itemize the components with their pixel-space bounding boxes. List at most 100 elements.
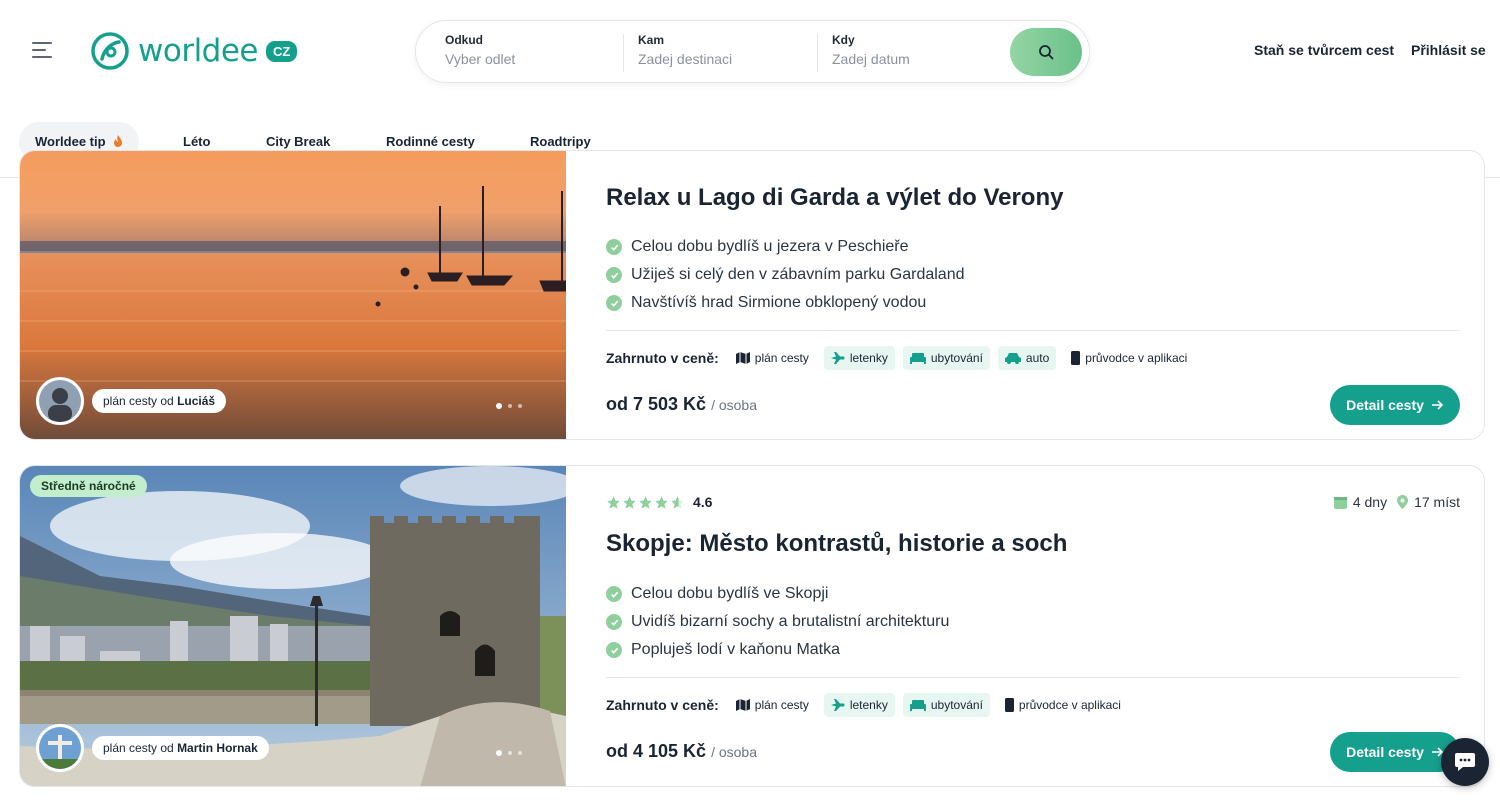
carousel-dots[interactable]	[496, 750, 522, 756]
search-divider	[623, 34, 624, 72]
search-from-placeholder: Vyber odlet	[445, 51, 516, 67]
difficulty-badge: Středně náročné	[30, 475, 147, 497]
included-tag: ubytování	[902, 346, 990, 370]
trip-highlights: Celou dobu bydlíš ve Skopji Uvidíš bizar…	[606, 580, 949, 664]
tag-label: letenky	[849, 351, 888, 365]
tag-label: průvodce v aplikaci	[1085, 351, 1188, 365]
carousel-dots[interactable]	[496, 403, 522, 409]
trip-author[interactable]: plán cesty od Luciáš	[36, 377, 227, 425]
phone-icon	[1004, 698, 1014, 712]
button-label: Detail cesty	[1346, 397, 1424, 413]
bed-icon	[909, 353, 926, 364]
price-unit: / osoba	[711, 744, 757, 760]
calendar-icon	[1333, 496, 1347, 509]
carousel-dot[interactable]	[508, 404, 512, 408]
search-when-placeholder: Zadej datum	[832, 51, 910, 67]
highlight-item: Navštívíš hrad Sirmione obklopený vodou	[606, 289, 965, 317]
chat-button[interactable]	[1441, 738, 1489, 786]
avatar	[36, 724, 84, 772]
search-to-placeholder: Zadej destinaci	[638, 51, 733, 67]
price-value: od 4 105 Kč	[606, 741, 707, 761]
price-value: od 7 503 Kč	[606, 394, 707, 414]
search-when-field[interactable]: Kdy Zadej datum	[832, 33, 910, 68]
trip-card[interactable]: plán cesty od Luciáš Relax u Lago di Gar…	[19, 150, 1485, 440]
star-half-icon	[671, 495, 684, 509]
trip-title[interactable]: Skopje: Město kontrastů, historie a soch	[606, 530, 1067, 558]
become-creator-link[interactable]: Staň se tvůrcem cest	[1254, 42, 1394, 58]
included-tag: průvodce v aplikaci	[998, 693, 1128, 717]
author-name: Martin Hornak	[177, 741, 258, 755]
logo-mark-icon	[91, 32, 129, 70]
trip-days: 4 dny	[1333, 494, 1388, 510]
included-tag: průvodce v aplikaci	[1064, 346, 1194, 370]
carousel-dot[interactable]	[496, 750, 502, 756]
included-label: Zahrnuto v ceně:	[606, 697, 719, 713]
included-row: Zahrnuto v ceně: plán cesty letenky ubyt…	[606, 693, 1136, 717]
trip-detail-button[interactable]: Detail cesty	[1330, 385, 1460, 425]
category-label: Worldee tip	[35, 134, 106, 149]
star-icon	[623, 495, 636, 509]
highlight-text: Popluješ lodí v kaňonu Matka	[631, 641, 841, 658]
trip-image[interactable]: plán cesty od Luciáš	[20, 151, 566, 439]
star-icon	[607, 495, 620, 509]
trip-meta: 4 dny 17 míst	[1333, 494, 1460, 510]
search-from-label: Odkud	[445, 33, 483, 47]
author-name: Luciáš	[177, 394, 216, 408]
included-row: Zahrnuto v ceně: plán cesty letenky ubyt…	[606, 346, 1202, 370]
tag-label: ubytování	[930, 351, 983, 365]
included-tag: letenky	[823, 693, 895, 717]
trip-title[interactable]: Relax u Lago di Garda a výlet do Verony	[606, 184, 1063, 212]
highlight-text: Uvidíš bizarní sochy a brutalistní archi…	[631, 613, 950, 630]
highlight-item: Užiješ si celý den v zábavním parku Gard…	[606, 261, 965, 289]
check-icon	[606, 295, 622, 311]
bed-icon	[909, 700, 926, 711]
carousel-dot[interactable]	[508, 751, 512, 755]
search-to-field[interactable]: Kam Zadej destinaci	[638, 33, 732, 68]
trip-image[interactable]: Středně náročné plán cesty od Martin Hor…	[20, 466, 566, 786]
highlight-item: Celou dobu bydlíš ve Skopji	[606, 580, 949, 608]
card-divider	[606, 330, 1460, 331]
tag-label: plán cesty	[754, 698, 809, 712]
author-prefix: plán cesty od	[103, 741, 174, 755]
phone-icon	[1071, 351, 1081, 365]
flame-icon	[114, 135, 123, 147]
card-divider	[606, 677, 1460, 678]
avatar	[36, 377, 84, 425]
map-icon	[735, 699, 750, 711]
carousel-dot[interactable]	[496, 403, 502, 409]
plane-icon	[830, 352, 845, 364]
included-tag: letenky	[823, 346, 895, 370]
search-bar: Odkud Vyber odlet Kam Zadej destinaci Kd…	[415, 20, 1090, 83]
search-button[interactable]	[1010, 28, 1082, 76]
tag-label: letenky	[849, 698, 888, 712]
check-icon	[606, 267, 622, 283]
highlight-text: Celou dobu bydlíš u jezera v Peschieře	[631, 238, 909, 255]
carousel-dot[interactable]	[518, 404, 522, 408]
pin-icon	[1397, 495, 1409, 509]
trip-highlights: Celou dobu bydlíš u jezera v Peschieře U…	[606, 233, 965, 317]
trip-author[interactable]: plán cesty od Martin Hornak	[36, 724, 269, 772]
trip-details: 4.6 4 dny 17 míst Skopje: Město kontrast…	[606, 466, 1460, 786]
check-icon	[606, 614, 622, 630]
login-link[interactable]: Přihlásit se	[1411, 42, 1486, 58]
search-icon	[1039, 45, 1054, 60]
menu-icon[interactable]	[32, 42, 54, 60]
author-pill: plán cesty od Luciáš	[92, 389, 227, 413]
highlight-text: Užiješ si celý den v zábavním parku Gard…	[631, 266, 965, 283]
author-prefix: plán cesty od	[103, 394, 174, 408]
logo[interactable]: worldee CZ	[90, 31, 298, 71]
carousel-dot[interactable]	[518, 751, 522, 755]
trip-price: od 7 503 Kč / osoba	[606, 394, 757, 415]
check-icon	[606, 239, 622, 255]
logo-text: worldee	[138, 33, 259, 69]
trip-card[interactable]: Středně náročné plán cesty od Martin Hor…	[19, 465, 1485, 787]
trip-details: Relax u Lago di Garda a výlet do Verony …	[606, 151, 1460, 439]
trip-price: od 4 105 Kč / osoba	[606, 741, 757, 762]
highlight-text: Celou dobu bydlíš ve Skopji	[631, 585, 829, 602]
map-icon	[735, 352, 750, 364]
tag-label: ubytování	[930, 698, 983, 712]
days-text: 4 dny	[1352, 494, 1388, 510]
highlight-item: Popluješ lodí v kaňonu Matka	[606, 636, 949, 664]
search-from-field[interactable]: Odkud Vyber odlet	[445, 33, 515, 68]
author-pill: plán cesty od Martin Hornak	[92, 736, 269, 760]
